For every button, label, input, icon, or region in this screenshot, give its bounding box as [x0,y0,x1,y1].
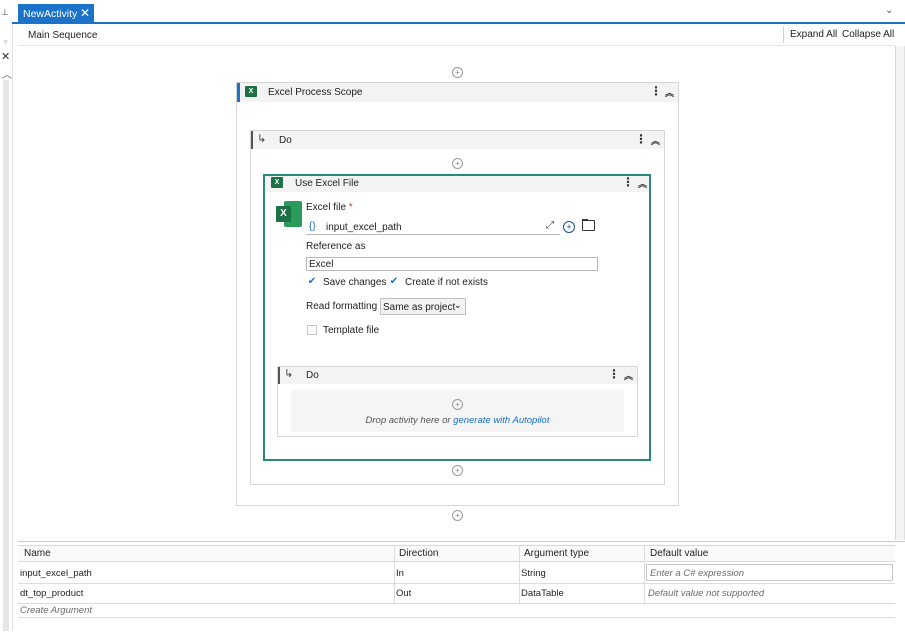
right-scrollbar[interactable] [896,46,904,540]
folder-icon[interactable] [582,220,595,231]
arg-type-cell[interactable]: String [521,568,546,579]
excel-icon: X [245,86,257,97]
col-divider [394,545,395,603]
collapse-icon[interactable]: ︽ [624,369,633,382]
autopilot-link[interactable]: generate with Autopilot [453,415,549,426]
row-divider [18,583,895,584]
excel-file-label-text: Excel file [306,202,347,213]
do-arrow-icon: ↳ [284,368,294,380]
small-chevron-icon: ▿ [4,39,8,46]
add-activity-icon[interactable]: + [452,158,463,169]
template-file-label: Template file [323,325,380,336]
expand-editor-icon[interactable]: ⤢ [546,220,554,231]
tab-newactivity[interactable]: NewActivity ✕ [18,4,94,22]
reference-input[interactable] [306,257,598,271]
excel-file-value: input_excel_path [326,222,402,233]
kebab-menu-icon[interactable]: ⋮ [608,367,620,381]
read-formatting-value: Same as project [383,302,456,313]
arg-direction-cell[interactable]: In [396,568,404,579]
do-header [251,131,664,149]
read-formatting-label: Read formatting [306,301,378,312]
default-value-unsupported: Default value not supported [648,588,765,599]
chevron-up-icon[interactable]: ︿ [2,66,12,81]
arg-direction-cell[interactable]: Out [396,588,411,599]
create-if-not-exists-label: Create if not exists [405,277,488,288]
save-changes-label: Save changes [323,277,387,288]
add-activity-icon[interactable]: + [452,399,463,410]
collapse-all-button[interactable]: Collapse All [842,29,894,40]
add-activity-icon[interactable]: + [452,67,463,78]
save-changes-checkbox[interactable]: ✔ [307,277,317,287]
kebab-menu-icon[interactable]: ⋮ [650,84,662,98]
use-excel-title: Use Excel File [295,178,359,189]
default-value-placeholder: Enter a C# expression [650,568,744,579]
col-direction-header[interactable]: Direction [399,548,438,559]
arg-name-cell[interactable]: dt_top_product [20,588,83,599]
excel-icon: X [271,177,283,188]
folder-icon-tab [582,219,588,221]
breadcrumb[interactable]: Main Sequence [28,30,98,41]
toolbar-divider [783,26,784,43]
collapse-icon[interactable]: ︽ [638,177,647,190]
do-kebab-menu-icon[interactable]: ⋮ [635,132,647,146]
add-circle-icon[interactable]: + [563,221,575,233]
expand-all-button[interactable]: Expand All [790,29,837,40]
inner-do-label: Do [306,370,319,381]
reference-value: Excel [309,259,334,270]
do-collapse-icon[interactable]: ︽ [651,134,660,147]
create-if-not-exists-checkbox[interactable]: ✔ [389,277,399,287]
col-default-header[interactable]: Default value [650,548,708,559]
inner-do-header [278,367,637,384]
col-divider [519,545,520,603]
do-label: Do [279,135,292,146]
tab-bar [12,0,905,24]
row-divider [18,603,895,604]
arg-type-cell[interactable]: DataTable [521,588,564,599]
tab-title: NewActivity [23,8,78,20]
template-file-checkbox[interactable] [307,325,317,335]
col-name-header[interactable]: Name [24,548,51,559]
scope-title: Excel Process Scope [268,87,363,98]
drop-zone-text: Drop activity here or generate with Auto… [291,415,624,426]
dropdown-chevron-icon: ⌄ [454,300,462,310]
required-mark: * [348,202,353,213]
excel-file-label: Excel file * [306,202,353,213]
row-divider [18,617,895,618]
do-arrow-icon: ↳ [257,133,267,145]
expression-icon[interactable]: {} [309,221,316,232]
col-type-header[interactable]: Argument type [524,548,589,559]
add-activity-icon[interactable]: + [452,510,463,521]
left-scrollbar[interactable] [3,80,9,631]
close-icon[interactable]: ✕ [1,50,10,63]
excel-large-icon: X [276,201,302,227]
create-argument[interactable]: Create Argument [20,605,92,616]
add-activity-icon[interactable]: + [452,465,463,476]
kebab-menu-icon[interactable]: ⋮ [622,175,634,189]
reference-label: Reference as [306,241,366,252]
tab-close-icon[interactable]: ✕ [80,6,90,20]
drop-text: Drop activity here or [365,415,451,426]
collapse-icon[interactable]: ︽ [665,86,674,99]
col-divider [644,545,645,603]
arguments-header-row [18,545,895,562]
arg-name-cell[interactable]: input_excel_path [20,568,92,579]
tab-overflow-chevron-icon[interactable]: ⌄ [885,5,893,16]
designer-toolbar [18,24,895,46]
pin-icon[interactable]: ⊥ [1,7,9,18]
